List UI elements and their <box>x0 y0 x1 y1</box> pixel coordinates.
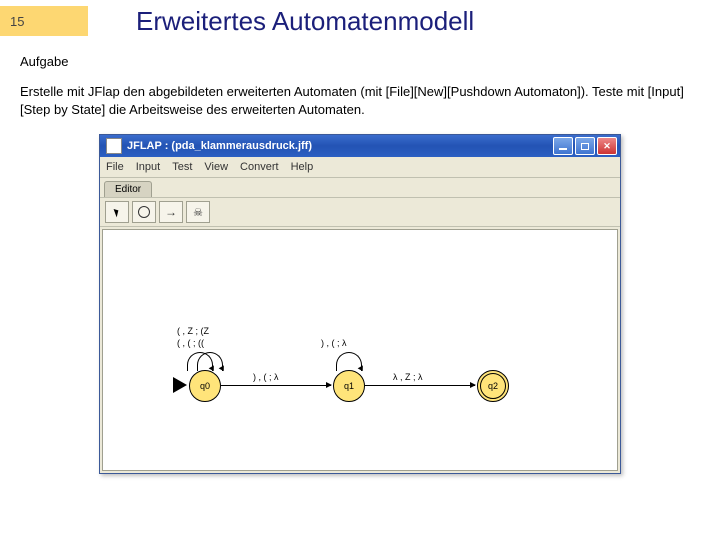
section-label: Aufgabe <box>20 54 700 69</box>
state-q0[interactable]: q0 <box>189 370 221 402</box>
menu-file[interactable]: File <box>106 161 124 173</box>
tool-select[interactable] <box>105 201 129 223</box>
tool-transition[interactable] <box>159 201 183 223</box>
start-arrow-icon <box>173 377 187 393</box>
minimize-button[interactable] <box>553 137 573 155</box>
loop-q0-2 <box>197 352 223 371</box>
menu-input[interactable]: Input <box>136 161 160 173</box>
loop-q1 <box>336 352 362 371</box>
state-q1[interactable]: q1 <box>333 370 365 402</box>
menubar: File Input Test View Convert Help <box>100 157 620 178</box>
tool-state[interactable] <box>132 201 156 223</box>
slide-header: 15 Erweitertes Automatenmodell <box>0 0 720 42</box>
jflap-window: JFLAP : (pda_klammerausdruck.jff) File I… <box>99 134 621 474</box>
edge-q1-q2 <box>365 385 475 386</box>
menu-view[interactable]: View <box>204 161 228 173</box>
transition-q0-loop1: ( , Z ; (Z <box>177 326 209 336</box>
state-q1-label: q1 <box>344 381 354 391</box>
app-icon <box>106 138 122 154</box>
tab-row: Editor <box>100 178 620 198</box>
transition-q1-loop: ) , ( ; λ <box>321 338 347 348</box>
delete-icon <box>193 206 203 219</box>
pointer-icon <box>114 207 121 217</box>
state-icon <box>138 206 150 218</box>
close-button[interactable] <box>597 137 617 155</box>
slide-number: 15 <box>10 14 24 29</box>
slide-title: Erweitertes Automatenmodell <box>136 6 474 37</box>
transition-q1-q2: λ , Z ; λ <box>393 372 423 382</box>
transition-q0-q1: ) , ( ; λ <box>253 372 279 382</box>
menu-help[interactable]: Help <box>291 161 314 173</box>
tab-editor[interactable]: Editor <box>104 181 152 197</box>
state-q2[interactable]: q2 <box>477 370 509 402</box>
state-q2-label: q2 <box>488 381 498 391</box>
task-text: Erstelle mit JFlap den abgebildeten erwe… <box>20 83 700 118</box>
automaton-canvas[interactable]: q0 ( , Z ; (Z ( , ( ; (( ) , ( ; λ q1 ) … <box>102 229 618 471</box>
menu-convert[interactable]: Convert <box>240 161 279 173</box>
slide-body: Aufgabe Erstelle mit JFlap den abgebilde… <box>0 42 720 474</box>
tool-delete[interactable] <box>186 201 210 223</box>
arrow-icon <box>165 205 177 219</box>
toolbar <box>100 198 620 227</box>
slide-number-box: 15 <box>0 6 88 36</box>
state-q0-label: q0 <box>200 381 210 391</box>
window-title: JFLAP : (pda_klammerausdruck.jff) <box>127 140 312 152</box>
edge-q0-q1 <box>221 385 331 386</box>
transition-q0-loop2: ( , ( ; (( <box>177 338 204 348</box>
titlebar[interactable]: JFLAP : (pda_klammerausdruck.jff) <box>100 135 620 157</box>
menu-test[interactable]: Test <box>172 161 192 173</box>
maximize-button[interactable] <box>575 137 595 155</box>
